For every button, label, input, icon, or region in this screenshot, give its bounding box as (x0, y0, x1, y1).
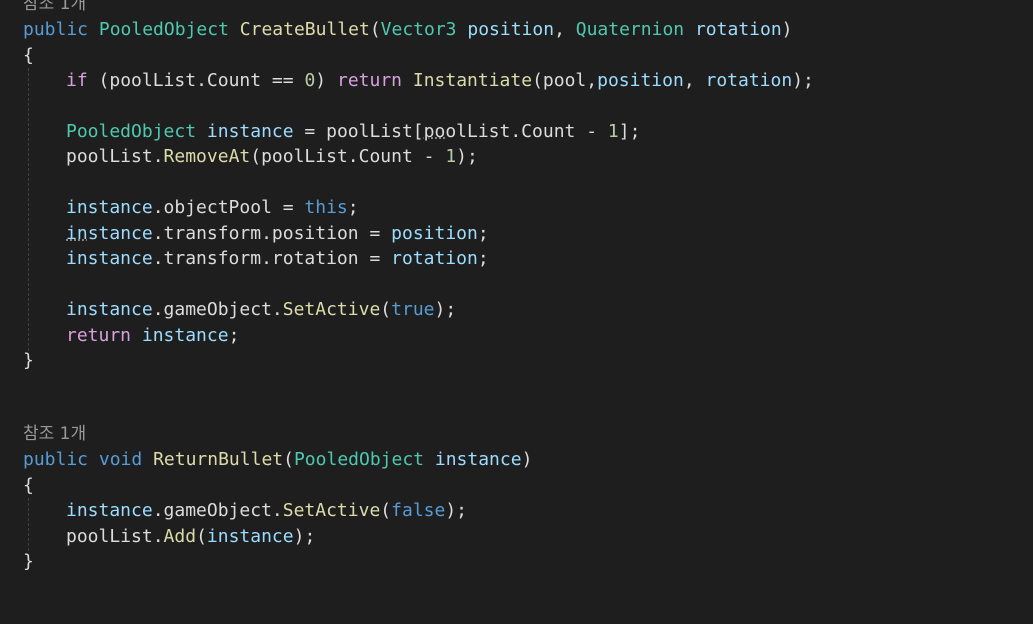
code-line: poolList.RemoveAt(poolList.Count - 1); (66, 146, 478, 167)
code-line: return instance; (66, 325, 240, 346)
code-line-open-brace: { (23, 45, 34, 66)
codelens-references-returnbullet[interactable]: 참조 1개 (23, 422, 86, 447)
code-line: if (poolList.Count == 0) return Instanti… (66, 70, 814, 91)
code-line: poolList.Add(instance); (66, 526, 316, 547)
codelens-references-createbullet[interactable]: 참조 1개 (23, 0, 86, 17)
code-line: instance.transform.rotation = rotation; (66, 248, 489, 269)
suggestion-squiggle[interactable]: po (424, 121, 446, 142)
token-parameter: rotation (694, 19, 782, 40)
code-line: instance.gameObject.SetActive(true); (66, 299, 457, 320)
code-editor[interactable]: 참조 1개 public PooledObject CreateBullet(V… (0, 0, 1033, 624)
token-type: Vector3 (380, 19, 457, 40)
token-parameter: position (467, 19, 555, 40)
token-keyword: public (23, 19, 89, 40)
code-line-close-brace: } (23, 350, 34, 371)
code-line-open-brace: { (23, 475, 34, 496)
code-line: instance.gameObject.SetActive(false); (66, 500, 468, 521)
code-line: instance.objectPool = this; (66, 197, 359, 218)
token-type: Quaternion (575, 19, 685, 40)
indent-guide (28, 498, 29, 551)
code-line: instance.transform.position = position; (66, 223, 489, 244)
code-line: PooledObject instance = poolList[poolLis… (66, 121, 641, 142)
suggestion-squiggle[interactable]: in (66, 223, 88, 244)
code-line-createbullet-signature: public PooledObject CreateBullet(Vector3… (23, 19, 793, 40)
indent-guide (28, 68, 29, 351)
code-line-close-brace: } (23, 551, 34, 572)
code-line-returnbullet-signature: public void ReturnBullet(PooledObject in… (23, 449, 533, 470)
token-method-name: CreateBullet (239, 19, 370, 40)
token-type: PooledObject (98, 19, 229, 40)
